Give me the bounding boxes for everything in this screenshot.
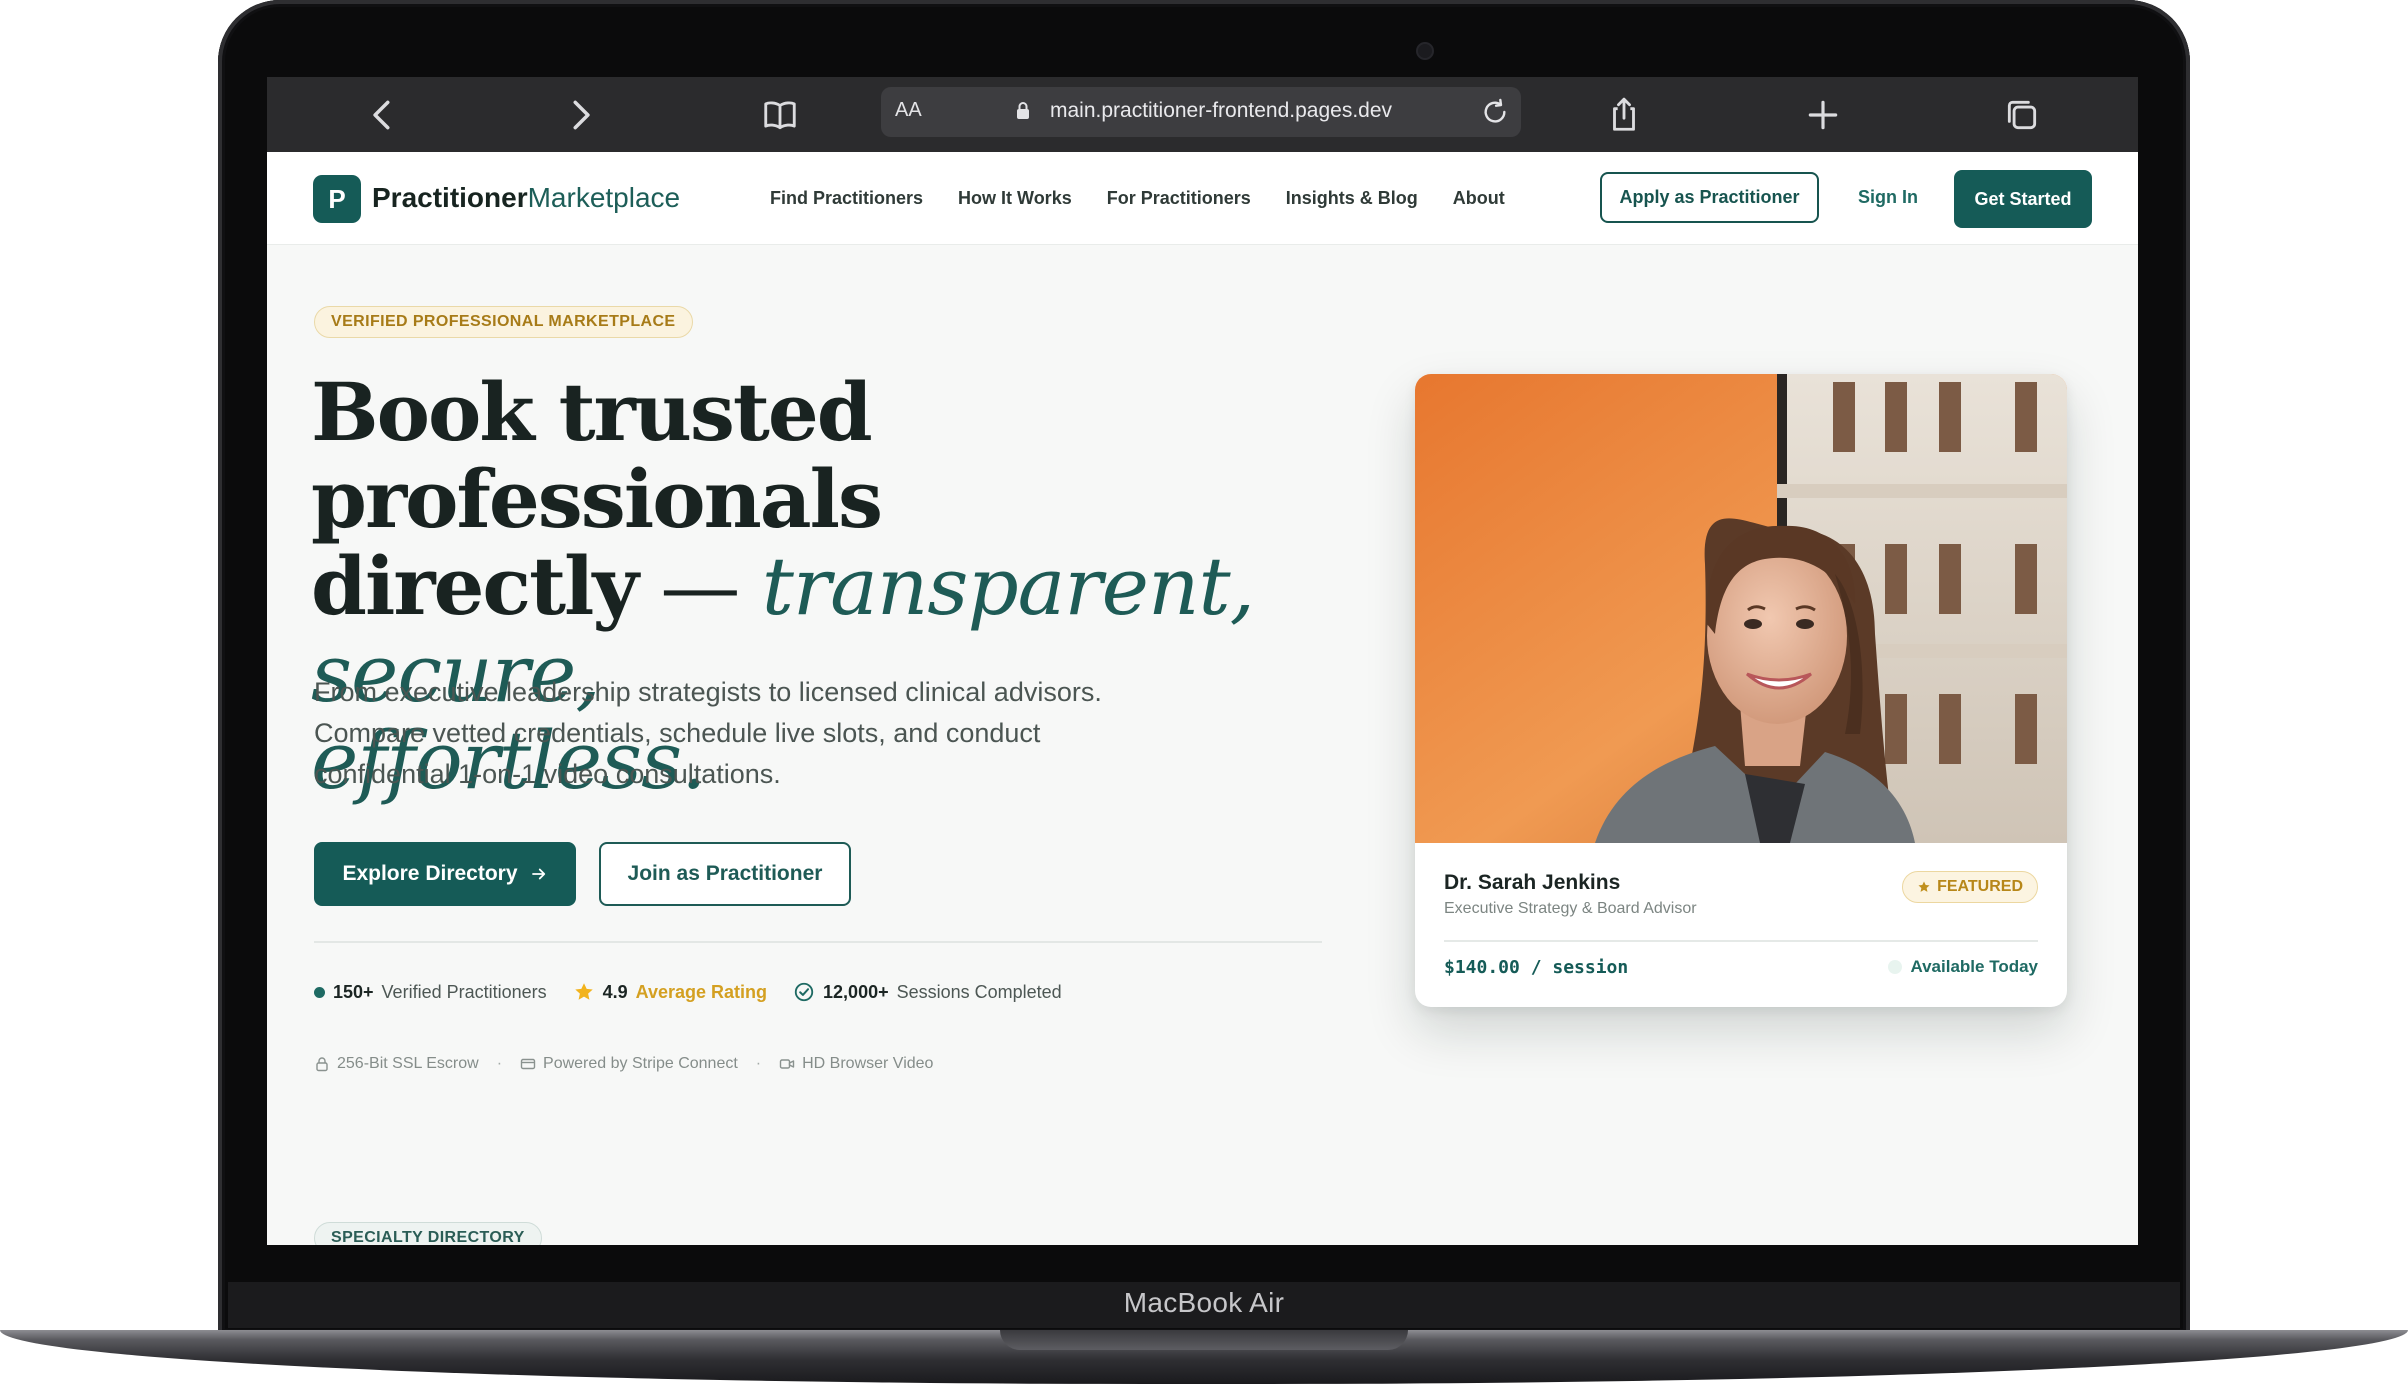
book-icon bbox=[764, 101, 796, 130]
stat-rating-value: 4.9 bbox=[602, 981, 628, 1002]
credit-card-icon bbox=[520, 1058, 536, 1070]
stat-rating: 4.9 Average Rating bbox=[573, 981, 767, 1003]
specialty-directory-badge: SPECIALTY DIRECTORY bbox=[314, 1222, 542, 1245]
nav-link-insights-blog[interactable]: Insights & Blog bbox=[1286, 188, 1418, 209]
bookmarks-button[interactable] bbox=[754, 89, 806, 141]
hero-description: From executive leadership strategists to… bbox=[314, 677, 1102, 789]
trust-stripe-label: Powered by Stripe Connect bbox=[543, 1055, 738, 1072]
star-icon bbox=[574, 983, 593, 1000]
stats-row: 150+ Verified Practitioners 4.9 Average … bbox=[314, 977, 1088, 1007]
share-button[interactable] bbox=[1598, 89, 1650, 141]
tabs-button[interactable] bbox=[1996, 89, 2048, 141]
trust-separator: · bbox=[755, 1055, 762, 1072]
headline-dash: — bbox=[636, 540, 762, 633]
headline-line-1: Book trusted professionals bbox=[311, 365, 883, 546]
browser-toolbar: AA main.practitioner-frontend.pages.dev bbox=[267, 77, 2138, 152]
practitioner-role: Executive Strategy & Board Advisor bbox=[1444, 900, 1697, 917]
logo-wordmark[interactable]: PractitionerMarketplace bbox=[372, 182, 680, 214]
trust-row: 256-Bit SSL Escrow · Powered by Stripe C… bbox=[314, 1055, 933, 1073]
new-tab-button[interactable] bbox=[1797, 89, 1849, 141]
trust-stripe: Powered by Stripe Connect bbox=[520, 1055, 738, 1073]
logo-light: Marketplace bbox=[527, 182, 681, 213]
explore-directory-label: Explore Directory bbox=[342, 862, 518, 885]
session-price: $140.00 / session bbox=[1444, 957, 1629, 978]
sign-in-link[interactable]: Sign In bbox=[1858, 187, 1918, 208]
nav-link-for-practitioners[interactable]: For Practitioners bbox=[1107, 188, 1251, 209]
chevron-left-icon bbox=[373, 100, 390, 130]
apply-as-practitioner-button[interactable]: Apply as Practitioner bbox=[1600, 172, 1819, 223]
lock-icon bbox=[316, 1057, 328, 1072]
nav-link-how-it-works[interactable]: How It Works bbox=[958, 188, 1072, 209]
practitioner-photo bbox=[1415, 374, 2067, 843]
get-started-button[interactable]: Get Started bbox=[1954, 170, 2092, 228]
join-as-practitioner-button[interactable]: Join as Practitioner bbox=[599, 842, 851, 906]
stat-sessions: 12,000+ Sessions Completed bbox=[793, 981, 1062, 1003]
practitioner-name[interactable]: Dr. Sarah Jenkins bbox=[1444, 871, 1620, 895]
camera-icon bbox=[1416, 42, 1434, 60]
arrow-right-icon bbox=[531, 868, 545, 880]
featured-badge: FEATURED bbox=[1902, 871, 2038, 903]
device-label: MacBook Air bbox=[1123, 1287, 1285, 1318]
availability-dot-icon bbox=[1888, 960, 1903, 974]
chevron-right-icon bbox=[573, 100, 590, 130]
explore-directory-button[interactable]: Explore Directory bbox=[314, 842, 576, 906]
trust-ssl-label: 256-Bit SSL Escrow bbox=[337, 1055, 479, 1072]
logo-bold: Practitioner bbox=[372, 182, 528, 213]
check-circle-icon bbox=[794, 982, 814, 1002]
verified-badge: VERIFIED PROFESSIONAL MARKETPLACE bbox=[314, 306, 693, 338]
availability-label: Available Today bbox=[1910, 957, 2038, 976]
stat-sessions-value: 12,000+ bbox=[823, 981, 889, 1002]
url-text: main.practitioner-frontend.pages.dev bbox=[1049, 99, 1393, 122]
stat-practitioners-label: Verified Practitioners bbox=[381, 981, 547, 1002]
forward-button[interactable] bbox=[554, 89, 606, 141]
headline-bold-word: directly bbox=[311, 539, 639, 633]
stat-practitioners-value: 150+ bbox=[333, 981, 374, 1002]
video-camera-icon bbox=[779, 1059, 795, 1069]
stat-rating-label: Average Rating bbox=[635, 981, 768, 1002]
status-dot-icon bbox=[314, 986, 325, 998]
trust-ssl: 256-Bit SSL Escrow bbox=[314, 1055, 479, 1073]
featured-practitioner-card[interactable]: Dr. Sarah Jenkins Executive Strategy & B… bbox=[1415, 374, 2067, 1007]
share-icon bbox=[1613, 97, 1635, 131]
browser-window: AA main.practitioner-frontend.pages.dev … bbox=[267, 77, 2138, 1245]
tabs-icon bbox=[2007, 100, 2037, 130]
address-bar[interactable]: AA main.practitioner-frontend.pages.dev bbox=[881, 87, 1521, 137]
trust-video-label: HD Browser Video bbox=[802, 1055, 934, 1072]
reload-icon[interactable] bbox=[1479, 96, 1511, 128]
hero-divider bbox=[314, 941, 1322, 943]
stat-practitioners: 150+ Verified Practitioners bbox=[314, 982, 547, 1003]
logo-mark[interactable]: P bbox=[313, 175, 361, 223]
plus-icon bbox=[1808, 100, 1838, 130]
stat-sessions-label: Sessions Completed bbox=[896, 981, 1062, 1002]
availability-status: Available Today bbox=[1888, 957, 2038, 977]
trust-separator: · bbox=[496, 1055, 503, 1072]
back-button[interactable] bbox=[357, 89, 409, 141]
star-icon bbox=[1918, 881, 1930, 892]
trust-video: HD Browser Video bbox=[779, 1055, 933, 1073]
card-divider bbox=[1444, 940, 2038, 942]
nav-link-about[interactable]: About bbox=[1453, 188, 1505, 209]
featured-label: FEATURED bbox=[1937, 878, 2023, 895]
main-nav: Find Practitioners How It Works For Prac… bbox=[770, 188, 1505, 209]
nav-link-find-practitioners[interactable]: Find Practitioners bbox=[770, 188, 923, 209]
laptop-base-notch bbox=[1000, 1330, 1408, 1350]
